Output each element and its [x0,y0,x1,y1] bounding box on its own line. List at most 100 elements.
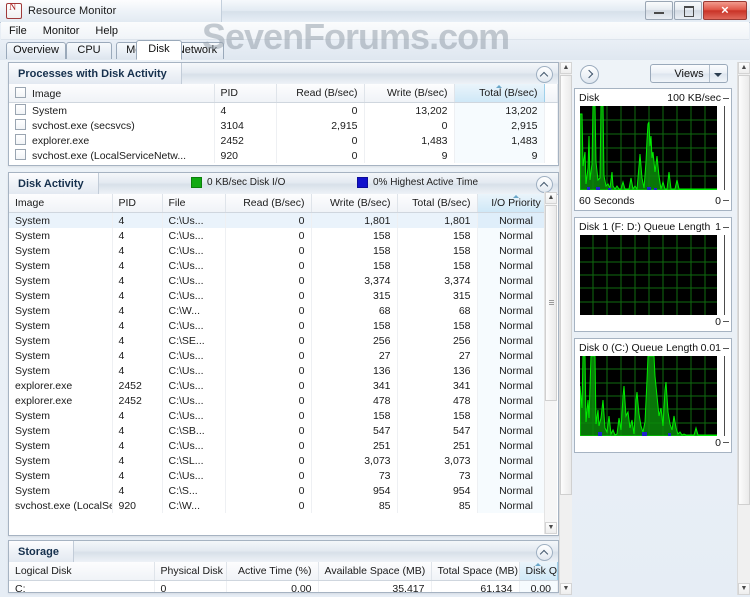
col-write[interactable]: Write (B/sec) [364,84,455,103]
cell-image[interactable]: svchost.exe (LocalServiceNetw... [9,148,215,163]
cell-pid: 4 [112,228,163,243]
cell-io-priority: Normal [477,438,545,453]
cell-read: 0 [225,318,312,333]
cell-total: 954 [397,483,478,498]
scroll-up-triangle-up-icon[interactable]: ▲ [545,192,557,204]
col-pid[interactable]: PID [214,84,277,103]
table-row[interactable]: svchost.exe (LocalServiceNetw... 920 0 9… [9,148,558,163]
cell-pid: 4 [112,258,163,273]
table-row[interactable]: System 4 0 13,202 13,202 [9,102,558,118]
col-pid[interactable]: PID [112,194,163,213]
cell-image: System [9,348,113,363]
table-row[interactable]: System4C:\Us...03,3743,374Normal6 [9,273,545,288]
col-active-time[interactable]: Active Time (%) [226,562,319,581]
table-row[interactable]: System4C:\Us...02727Normal5 [9,348,545,363]
table-row[interactable]: System4C:\Us...01,8011,801Normal16 [9,212,545,228]
row-checkbox[interactable] [15,134,26,145]
cell-image[interactable]: svchost.exe (secsvcs) [9,118,215,133]
tab-cpu[interactable]: CPU [66,42,112,59]
col-read[interactable]: Read (B/sec) [225,194,312,213]
table-row[interactable]: svchost.exe (secsvcs) 3104 2,915 0 2,915 [9,118,558,133]
col-total[interactable]: Total (B/sec) [397,194,478,213]
table-row[interactable]: System4C:\Us...07373Normal2 [9,468,545,483]
table-row[interactable]: System4C:\S...0954954Normal2 [9,483,545,498]
storage-collapse-chevron-up-icon[interactable] [536,544,553,561]
col-write[interactable]: Write (B/sec) [311,194,398,213]
table-row[interactable]: System4C:\Us...0158158Normal7 [9,258,545,273]
close-button[interactable]: ✕ [703,1,747,20]
col-io-priority[interactable]: I/O Priority [476,194,545,213]
tab-disk[interactable]: Disk [136,40,182,60]
table-row[interactable]: System4C:\Us...0158158Normal3 [9,408,545,423]
table-row[interactable]: System4C:\Us...0315315Normal6 [9,288,545,303]
main-scroll-thumb[interactable] [560,75,572,495]
cell-read: 0 [225,378,312,393]
table-row[interactable]: explorer.exe 2452 0 1,483 1,483 [9,133,558,148]
processes-collapse-chevron-up-icon[interactable] [536,66,553,83]
maximize-icon [684,6,694,17]
expand-chevron-right-icon[interactable] [580,65,599,84]
col-image[interactable]: Image [9,84,215,103]
menu-item-file[interactable]: File [9,25,27,37]
table-row[interactable]: explorer.exe2452C:\Us...0341341Normal5 [9,378,545,393]
col-total[interactable]: Total (B/sec) [453,84,545,103]
maximize-button[interactable] [674,1,702,20]
table-row[interactable]: System4C:\SE...0256256Normal6 [9,333,545,348]
cell-image[interactable]: explorer.exe [9,133,215,148]
row-checkbox[interactable] [15,104,26,115]
right-scroll-thumb[interactable] [738,75,750,505]
graph-disk1-svg [580,235,717,315]
cell-write: 158 [311,228,398,243]
table-row[interactable]: System4C:\Us...0158158Normal10 [9,228,545,243]
table-row[interactable]: System4C:\Us...0251251Normal2 [9,438,545,453]
col-physical-disk[interactable]: Physical Disk [154,562,227,581]
minimize-button[interactable] [645,1,673,20]
graph-disk-label: Disk [579,92,600,104]
cell-image: System [9,333,113,348]
cell-image[interactable]: System [9,102,215,118]
menu-item-monitor[interactable]: Monitor [43,25,80,37]
table-row[interactable]: System4C:\W...06868Normal6 [9,303,545,318]
col-disk-queue-length[interactable]: Disk Queue Length [518,562,558,581]
right-scroll-up-triangle-up-icon[interactable]: ▲ [738,62,750,74]
disk-activity-panel: Disk Activity 0 KB/sec Disk I/O 0% Highe… [8,172,559,536]
cell-total: 27 [397,348,478,363]
table-row[interactable]: System4C:\SL...03,0733,073Normal2 [9,453,545,468]
row-checkbox[interactable] [15,119,26,130]
scroll-down-triangle-down-icon[interactable]: ▼ [545,522,557,534]
main-scroll-down-triangle-down-icon[interactable]: ▼ [560,583,572,595]
right-vertical-scrollbar[interactable]: ▲ ▼ [737,62,750,595]
table-row[interactable]: System4C:\Us...0136136Normal5 [9,363,545,378]
views-button[interactable]: Views [650,64,728,83]
left-pane: Processes with Disk Activity Image PID R… [4,62,572,595]
col-total-space[interactable]: Total Space (MB) [431,562,520,581]
table-row[interactable]: C: 0 0.00 35,417 61,134 0.00 [9,580,558,592]
cell-write: 13,202 [364,102,455,118]
processes-panel-header: Processes with Disk Activity [9,63,558,85]
table-row[interactable]: System4C:\Us...0158158Normal6 [9,318,545,333]
row-checkbox[interactable] [15,149,26,160]
col-file[interactable]: File [162,194,226,213]
views-chevron-down-icon[interactable] [714,73,722,77]
col-image[interactable]: Image [9,194,113,213]
table-row[interactable]: explorer.exe2452C:\Us...0478478Normal4 [9,393,545,408]
disk-activity-scrollbar[interactable]: ▲ ▼ [544,192,557,534]
tab-overview[interactable]: Overview [6,42,66,59]
cell-total: 136 [397,363,478,378]
disk-activity-scroll-thumb[interactable] [545,205,557,401]
col-read[interactable]: Read (B/sec) [276,84,365,103]
cell-file: C:\Us... [162,243,226,258]
menu-item-help[interactable]: Help [95,25,118,37]
views-button-label: Views [674,68,704,80]
col-logical-disk[interactable]: Logical Disk [9,562,155,581]
main-vertical-scrollbar[interactable]: ▲ ▼ [559,62,572,595]
table-row[interactable]: svchost.exe (LocalSer...920C:\W...08585N… [9,498,545,513]
table-row[interactable]: System4C:\SB...0547547Normal3 [9,423,545,438]
disk-activity-collapse-chevron-up-icon[interactable] [536,176,553,193]
main-scroll-up-triangle-up-icon[interactable]: ▲ [560,62,572,74]
cell-io-priority: Normal [477,273,545,288]
select-all-checkbox[interactable] [15,86,26,98]
right-scroll-down-triangle-down-icon[interactable]: ▼ [738,583,750,595]
table-row[interactable]: System4C:\Us...0158158Normal8 [9,243,545,258]
col-available-space[interactable]: Available Space (MB) [318,562,432,581]
